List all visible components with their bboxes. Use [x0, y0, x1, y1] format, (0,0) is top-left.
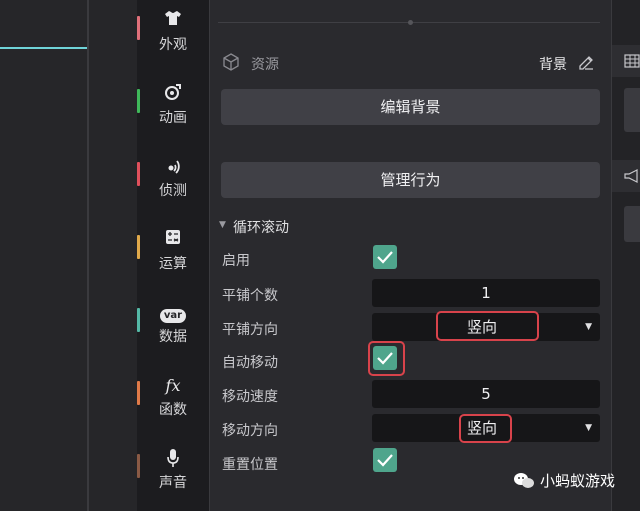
category-animation[interactable]: 动画	[137, 83, 209, 147]
category-rail-left	[89, 0, 137, 511]
reset-position-label: 重置位置	[222, 457, 278, 473]
dropdown-caret-icon: ▼	[585, 322, 592, 332]
category-data[interactable]: var 数据	[137, 302, 209, 366]
manage-behavior-button[interactable]: 管理行为	[221, 162, 600, 198]
megaphone-icon	[624, 169, 638, 183]
background-label: 背景	[539, 57, 567, 73]
microphone-icon	[137, 448, 209, 470]
category-label: 声音	[159, 475, 187, 491]
side-panel-box[interactable]	[624, 88, 640, 132]
stage-canvas[interactable]	[0, 0, 88, 511]
tile-direction-label: 平铺方向	[222, 322, 278, 338]
highlight-box	[368, 341, 405, 376]
tile-count-label: 平铺个数	[222, 288, 278, 304]
category-sensing[interactable]: 侦测	[137, 156, 209, 220]
category-label: 函数	[159, 402, 187, 418]
category-appearance[interactable]: 外观	[137, 10, 209, 74]
category-operators[interactable]: 运算	[137, 229, 209, 293]
shirt-icon	[137, 10, 209, 32]
section-title[interactable]: 循环滚动	[233, 217, 289, 237]
reset-position-checkbox[interactable]	[373, 448, 397, 472]
var-icon: var	[137, 302, 209, 324]
stage-guide-line	[0, 47, 87, 49]
function-icon: fx	[165, 376, 181, 395]
tile-count-input[interactable]: 1	[372, 279, 600, 307]
resource-label: 资源	[251, 57, 279, 73]
calculator-icon	[137, 229, 209, 251]
move-speed-input[interactable]: 5	[372, 380, 600, 408]
category-sound[interactable]: 声音	[137, 448, 209, 511]
edit-background-button[interactable]: 编辑背景	[221, 89, 600, 125]
cube-icon	[222, 53, 240, 71]
table-tab[interactable]	[612, 45, 640, 77]
enabled-checkbox[interactable]	[373, 245, 397, 269]
move-speed-label: 移动速度	[222, 389, 278, 405]
auto-move-label: 自动移动	[222, 355, 278, 371]
wechat-icon	[513, 472, 535, 490]
category-label: 运算	[159, 256, 187, 272]
table-icon	[624, 54, 640, 68]
category-label: 动画	[159, 110, 187, 126]
animation-icon	[137, 83, 209, 105]
edit-pencil-icon[interactable]	[577, 53, 595, 71]
collapse-triangle-icon[interactable]: ▼	[219, 220, 226, 230]
category-label: 数据	[159, 329, 187, 345]
move-direction-label: 移动方向	[222, 423, 278, 439]
category-functions[interactable]: fx 函数	[137, 375, 209, 439]
megaphone-tab[interactable]	[612, 160, 640, 192]
radar-icon	[137, 156, 209, 178]
category-label: 外观	[159, 37, 187, 53]
watermark-text: 小蚂蚁游戏	[540, 472, 616, 490]
dropdown-caret-icon: ▼	[585, 423, 592, 433]
enabled-label: 启用	[222, 253, 250, 269]
highlight-box	[459, 414, 512, 443]
highlight-box	[436, 311, 539, 341]
panel-divider-dot	[408, 20, 413, 25]
side-panel-box[interactable]	[624, 206, 640, 242]
category-label: 侦测	[159, 183, 187, 199]
